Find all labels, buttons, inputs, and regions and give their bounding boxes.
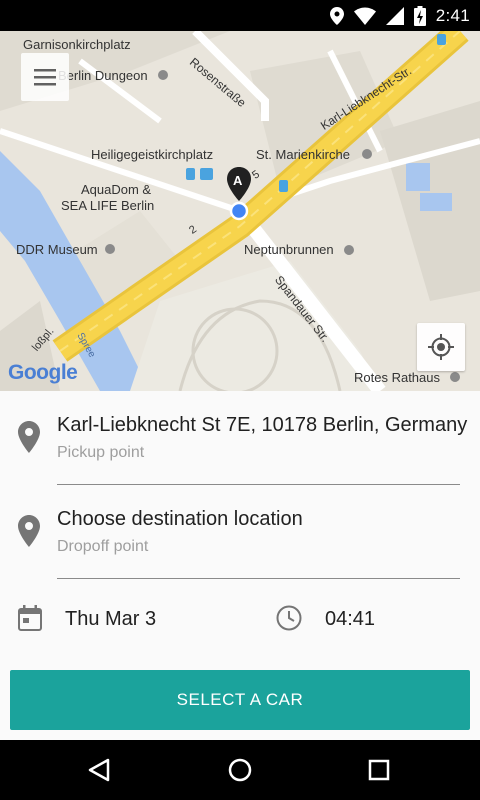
status-bar: 2:41 — [0, 0, 480, 31]
trip-form: Karl-Liebknecht St 7E, 10178 Berlin, Ger… — [0, 391, 480, 741]
recents-icon[interactable] — [361, 752, 397, 788]
pickup-label: Pickup point — [57, 444, 145, 461]
map-label-ddr-museum: DDR Museum — [16, 242, 98, 257]
map-label-neptunbrunnen: Neptunbrunnen — [244, 242, 334, 257]
pickup-divider — [57, 484, 460, 485]
pickup-address[interactable]: Karl-Liebknecht St 7E, 10178 Berlin, Ger… — [57, 414, 467, 437]
menu-button[interactable] — [21, 53, 69, 101]
map-label-berlin-dungeon: Berlin Dungeon — [58, 68, 148, 83]
battery-charging-icon — [413, 6, 426, 26]
hamburger-menu-icon — [34, 69, 56, 86]
schedule-row: Thu Mar 3 04:41 — [0, 579, 480, 659]
select-car-button[interactable]: SELECT A CAR — [10, 670, 470, 730]
cell-signal-icon — [385, 7, 404, 25]
home-icon[interactable] — [222, 752, 258, 788]
map-view[interactable]: Garnisonkirchplatz Berlin Dungeon Rosens… — [0, 31, 480, 391]
navigation-bar — [0, 740, 480, 800]
pickup-pin-icon — [18, 421, 40, 453]
clock-icon — [276, 605, 302, 631]
map-label-aquadom-line2: SEA LIFE Berlin — [61, 198, 155, 213]
dropoff-label: Dropoff point — [57, 538, 149, 555]
map-label-garnisonkirchplatz: Garnisonkirchplatz — [23, 37, 131, 52]
my-location-button[interactable] — [417, 323, 465, 371]
map-label-st-marienkirche: St. Marienkirche — [256, 147, 350, 162]
map-label-aquadom-line1: AquaDom & — [81, 182, 152, 197]
crosshair-icon — [428, 334, 454, 360]
google-logo: Google — [8, 361, 78, 384]
calendar-icon — [18, 605, 42, 631]
status-icons: 2:41 — [329, 5, 470, 27]
time-picker[interactable]: 04:41 — [325, 608, 375, 631]
wifi-icon — [353, 7, 376, 25]
map-label-heiligegeistkirchplatz: Heiligegeistkirchplatz — [91, 147, 214, 162]
map-marker-label: A — [233, 173, 243, 188]
map-label-rotes-rathaus: Rotes Rathaus — [354, 370, 440, 385]
dropoff-address[interactable]: Choose destination location — [57, 508, 303, 531]
date-picker[interactable]: Thu Mar 3 — [65, 608, 156, 631]
status-time: 2:41 — [435, 6, 470, 25]
dropoff-pin-icon — [18, 515, 40, 547]
location-icon — [329, 7, 344, 25]
back-icon[interactable] — [81, 752, 117, 788]
